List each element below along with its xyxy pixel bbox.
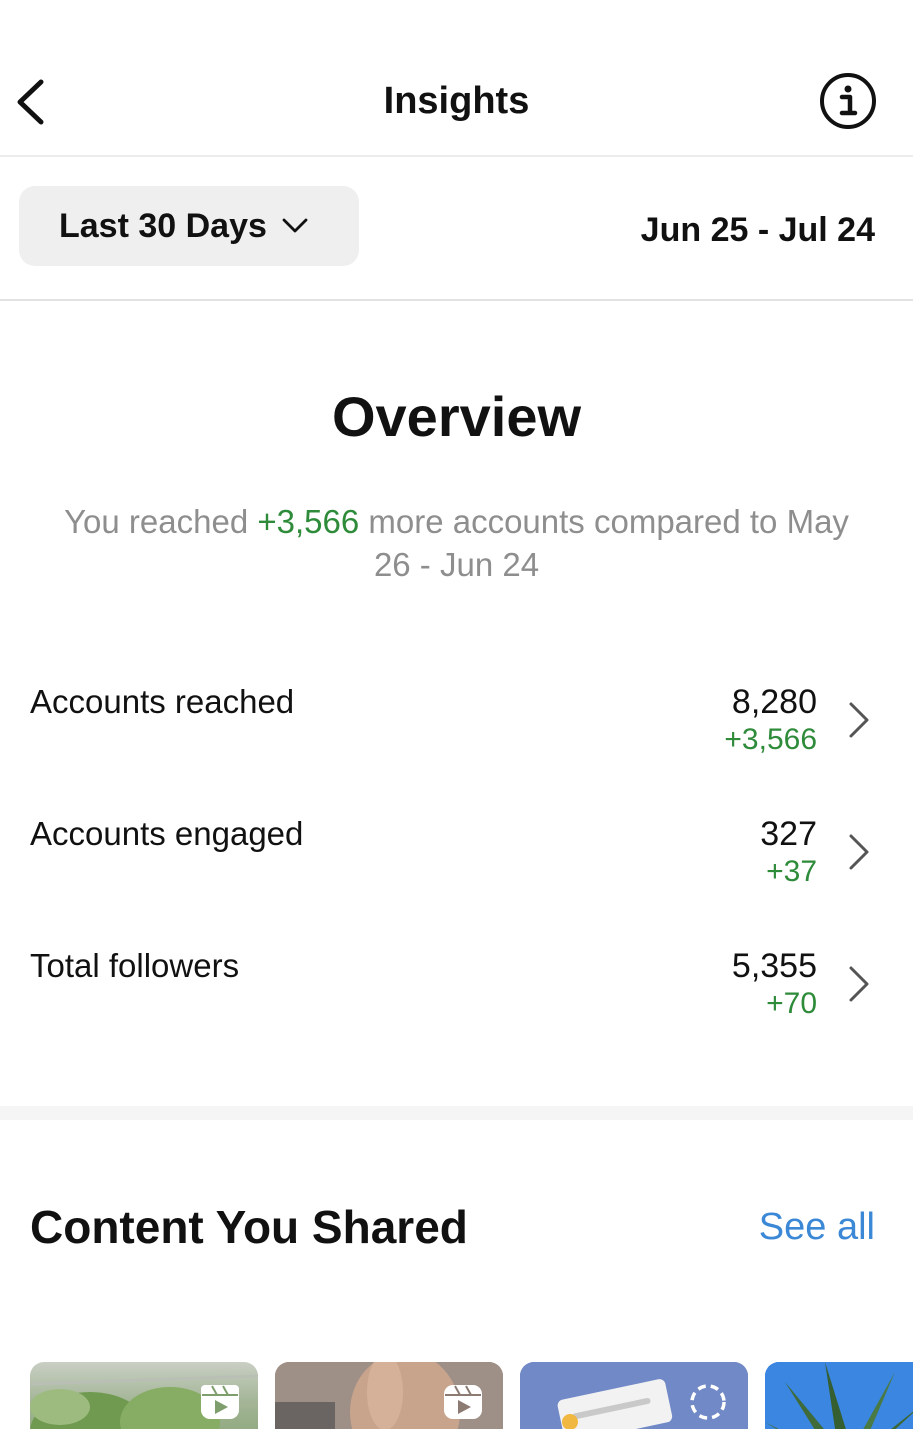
metric-value: 327: [760, 815, 817, 853]
page-title: Insights: [383, 80, 530, 122]
summary-delta: +3,566: [257, 503, 360, 540]
insights-screen: Insights Last 30 Days Jun 25 - Jul 24 Ov…: [0, 0, 913, 1429]
metric-value: 5,355: [731, 947, 817, 985]
info-icon: [820, 73, 876, 129]
metric-label: Accounts engaged: [30, 815, 304, 852]
reels-icon: [201, 1385, 239, 1419]
info-button[interactable]: [819, 72, 877, 130]
chevron-right-icon: [849, 834, 869, 870]
metric-row-accounts-reached[interactable]: Accounts reached 8,280 +3,566: [0, 683, 913, 793]
date-range-dropdown-label: Last 30 Days: [59, 206, 267, 245]
chevron-right-icon: [849, 966, 869, 1002]
content-section-title: Content You Shared: [30, 1201, 468, 1253]
date-range-dropdown[interactable]: Last 30 Days: [19, 186, 359, 266]
content-thumbnail-story[interactable]: [520, 1362, 748, 1429]
metric-value: 8,280: [731, 683, 817, 721]
content-thumbnail-post[interactable]: [765, 1362, 913, 1429]
metric-delta: +3,566: [724, 723, 817, 756]
date-range-text: Jun 25 - Jul 24: [640, 211, 875, 249]
metric-delta: +70: [766, 987, 817, 1020]
metric-row-total-followers[interactable]: Total followers 5,355 +70: [0, 947, 913, 1057]
metric-row-accounts-engaged[interactable]: Accounts engaged 327 +37: [0, 815, 913, 925]
reels-icon: [444, 1385, 482, 1419]
metric-label: Accounts reached: [30, 683, 295, 720]
overview-title: Overview: [331, 385, 582, 448]
content-thumbnail-reel[interactable]: [30, 1362, 258, 1429]
header: Insights: [0, 0, 913, 157]
date-range-bar: Last 30 Days Jun 25 - Jul 24: [0, 157, 913, 301]
overview-summary: You reached +3,566 more accounts compare…: [60, 500, 853, 586]
summary-suffix: more accounts compared to May 26 - Jun 2…: [359, 503, 849, 583]
story-ring-icon: [690, 1384, 726, 1420]
section-divider: [0, 1106, 913, 1120]
agave-image: [765, 1362, 913, 1429]
see-all-link[interactable]: See all: [759, 1206, 875, 1249]
metric-delta: +37: [766, 855, 817, 888]
summary-prefix: You reached: [64, 503, 258, 540]
chevron-right-icon: [849, 702, 869, 738]
content-thumbnail-reel[interactable]: [275, 1362, 503, 1429]
metric-label: Total followers: [30, 947, 240, 984]
chevron-down-icon: [282, 218, 308, 233]
